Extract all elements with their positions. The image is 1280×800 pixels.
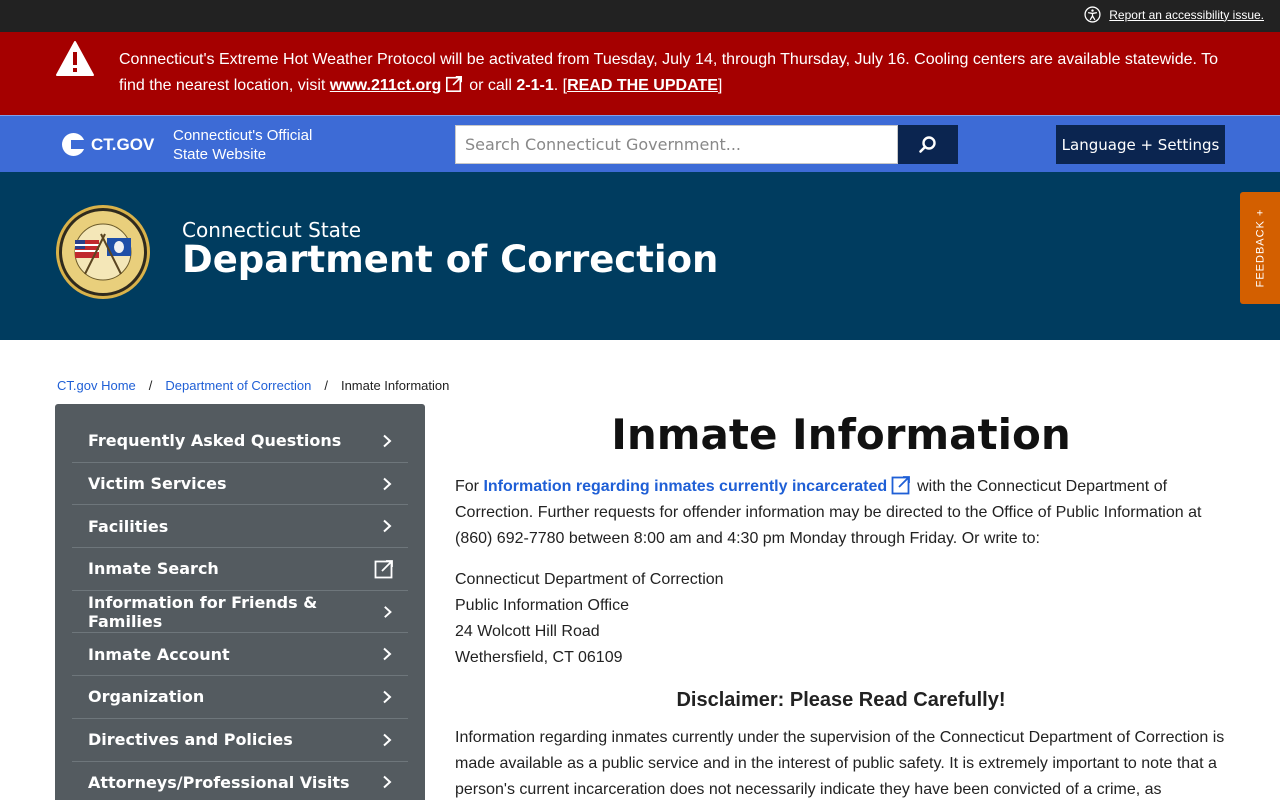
breadcrumb-current: Inmate Information [340, 378, 450, 393]
chevron-right-icon [383, 776, 392, 789]
disclaimer-paragraph: Information regarding inmates currently … [455, 729, 1225, 798]
breadcrumb-separator: / [148, 378, 153, 393]
chevron-right-icon [383, 605, 392, 618]
chevron-right-icon [383, 477, 392, 490]
feedback-tab[interactable]: FEEDBACK + [1240, 192, 1280, 304]
sidebar-item-faq[interactable]: Frequently Asked Questions [72, 420, 408, 463]
sidebar-item-organization[interactable]: Organization [72, 676, 408, 719]
mailing-address: Connecticut Department of Correction Pub… [455, 571, 724, 666]
chevron-right-icon [383, 690, 392, 704]
chevron-right-icon [383, 648, 392, 661]
sidebar-nav: Frequently Asked Questions Victim Servic… [55, 404, 425, 800]
ctgov-tagline: Connecticut's Official State Website [173, 127, 313, 163]
warning-icon [56, 41, 94, 76]
accessibility-icon [1084, 6, 1101, 23]
alert-211-link[interactable]: www.211ct.org [330, 77, 441, 94]
department-seal-logo [56, 205, 150, 299]
ctgov-logo[interactable]: CT.GOV [62, 133, 154, 156]
department-banner: Connecticut State Department of Correcti… [0, 172, 1280, 340]
breadcrumb-separator: / [324, 378, 328, 393]
sidebar-item-victim-services[interactable]: Victim Services [72, 463, 408, 506]
intro-paragraph: For Information regarding inmates curren… [455, 474, 1227, 552]
inmates-incarcerated-link[interactable]: Information regarding inmates currently … [483, 478, 887, 495]
chevron-right-icon [383, 434, 392, 448]
sidebar-item-attorneys[interactable]: Attorneys/Professional Visits [72, 762, 408, 800]
chevron-right-icon [383, 519, 392, 533]
breadcrumb: CT.gov Home / Department of Correction /… [57, 378, 449, 393]
sidebar-item-facilities[interactable]: Facilities [72, 505, 408, 549]
breadcrumb-dept-link[interactable]: Department of Correction [165, 378, 311, 393]
accessibility-report-link[interactable]: Report an accessibility issue. [1084, 6, 1264, 23]
external-link-icon [446, 75, 463, 93]
disclaimer-heading: Disclaimer: Please Read Carefully! [676, 689, 1006, 711]
sidebar-item-friends-families[interactable]: Information for Friends & Families [72, 591, 408, 634]
search-button[interactable] [898, 125, 958, 164]
search-icon [919, 135, 936, 153]
ctgov-header: CT.GOV Connecticut's Official State Webs… [0, 115, 1280, 172]
chevron-right-icon [383, 733, 392, 746]
ct-logo-icon [62, 133, 85, 156]
accessibility-report-label: Report an accessibility issue. [1109, 7, 1264, 22]
main-content: Inmate Information For Information regar… [455, 404, 1227, 800]
search-input[interactable] [455, 125, 898, 164]
alert-banner: Connecticut's Extreme Hot Weather Protoc… [0, 32, 1280, 115]
external-link-icon [891, 476, 911, 495]
utility-bar: Report an accessibility issue. [0, 0, 1280, 32]
sidebar-item-inmate-search[interactable]: Inmate Search [72, 548, 408, 591]
alert-phone: 2-1-1 [516, 77, 554, 94]
alert-message: Connecticut's Extreme Hot Weather Protoc… [119, 51, 1219, 94]
sidebar-item-directives[interactable]: Directives and Policies [72, 719, 408, 762]
read-update-link[interactable]: READ THE UPDATE [567, 77, 718, 94]
external-link-icon [374, 560, 393, 579]
sidebar-item-inmate-account[interactable]: Inmate Account [72, 633, 408, 677]
language-settings-button[interactable]: Language + Settings [1056, 125, 1225, 164]
page-title: Inmate Information [611, 410, 1071, 459]
department-title[interactable]: Department of Correction [182, 238, 718, 281]
breadcrumb-home-link[interactable]: CT.gov Home [57, 378, 136, 393]
